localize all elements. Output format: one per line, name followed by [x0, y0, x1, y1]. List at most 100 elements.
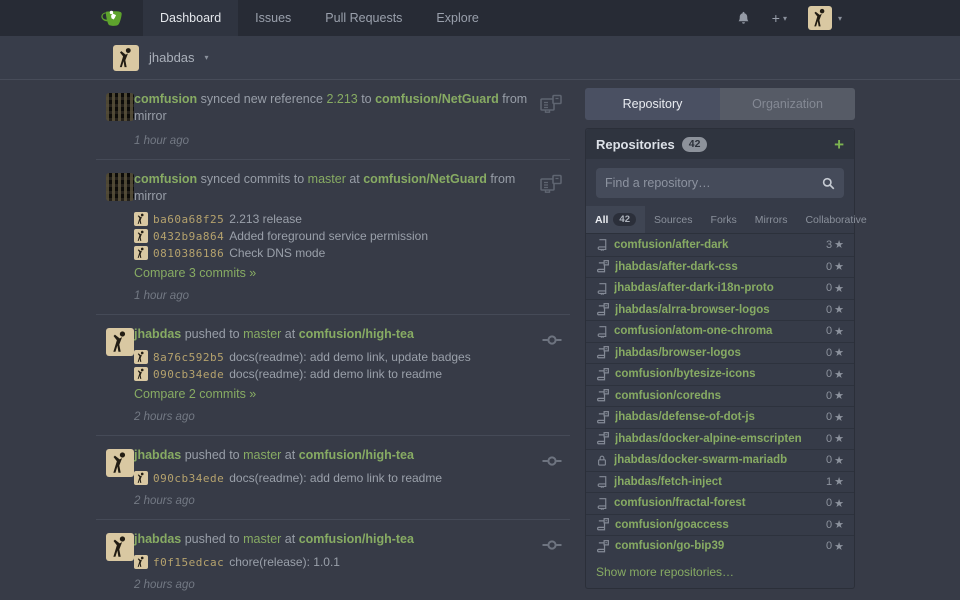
user-menu-button[interactable]: ▾ — [808, 6, 842, 30]
feed-item: jhabdas pushed to master at comfusion/hi… — [96, 520, 570, 600]
ref-link[interactable]: master — [308, 172, 346, 186]
commit-sha-link[interactable]: f0f15edcac — [153, 556, 224, 569]
repo-name-link[interactable]: jhabdas/defense-of-dot-js — [615, 411, 820, 423]
tab-organization[interactable]: Organization — [720, 88, 855, 120]
repo-link[interactable]: comfusion/high-tea — [299, 532, 414, 546]
compare-commits-link[interactable]: Compare 2 commits » — [134, 387, 256, 401]
repo-clone-icon — [596, 346, 609, 359]
actor-avatar[interactable] — [106, 93, 134, 121]
filter-label: Collaborative — [805, 214, 866, 226]
repo-name-link[interactable]: comfusion/goaccess — [615, 519, 820, 531]
title-text: pushed to — [181, 327, 243, 341]
nav-spacer — [496, 0, 736, 36]
nav-item-pull-requests[interactable]: Pull Requests — [308, 0, 419, 36]
actor-link[interactable]: jhabdas — [134, 448, 181, 462]
repo-link[interactable]: comfusion/high-tea — [299, 327, 414, 341]
ref-link[interactable]: master — [243, 448, 281, 462]
repo-name-link[interactable]: comfusion/go-bip39 — [615, 540, 820, 552]
repo-name-link[interactable]: comfusion/atom-one-chroma — [614, 325, 820, 337]
repo-link[interactable]: comfusion/high-tea — [299, 448, 414, 462]
repo-filter-collaborative[interactable]: Collaborative — [796, 206, 875, 233]
repo-row: jhabdas/fetch-inject1★ — [586, 471, 854, 493]
commit-list: f0f15edcacchore(release): 1.0.1 — [134, 555, 530, 569]
repo-name-link[interactable]: jhabdas/docker-swarm-mariadb — [614, 454, 820, 466]
commit-sha-link[interactable]: 0810386186 — [153, 247, 224, 260]
repo-link[interactable]: comfusion/NetGuard — [375, 92, 499, 106]
repo-name-link[interactable]: comfusion/after-dark — [614, 239, 820, 251]
repo-star-count: 0★ — [826, 497, 844, 510]
repo-filter-mirrors[interactable]: Mirrors — [746, 206, 797, 233]
repo-row: jhabdas/defense-of-dot-js0★ — [586, 406, 854, 428]
ref-link[interactable]: master — [243, 532, 281, 546]
actor-avatar[interactable] — [106, 173, 134, 201]
star-icon: ★ — [834, 411, 844, 424]
committer-avatar — [134, 350, 148, 364]
star-count: 0 — [826, 261, 832, 273]
star-icon: ★ — [834, 325, 844, 338]
nav-item-explore[interactable]: Explore — [419, 0, 495, 36]
repo-name-link[interactable]: jhabdas/after-dark-css — [615, 261, 820, 273]
commit-sha-link[interactable]: 8a76c592b5 — [153, 351, 224, 364]
commit-line: 0432b9a864Added foreground service permi… — [134, 229, 530, 243]
star-count: 0 — [826, 347, 832, 359]
plus-icon: + — [772, 10, 780, 26]
repositories-count-badge: 42 — [682, 137, 708, 152]
repo-row: comfusion/go-bip390★ — [586, 535, 854, 557]
star-icon: ★ — [834, 282, 844, 295]
commit-sha-link[interactable]: 090cb34ede — [153, 472, 224, 485]
nav-item-dashboard[interactable]: Dashboard — [143, 0, 238, 36]
repo-name-link[interactable]: jhabdas/fetch-inject — [614, 476, 820, 488]
actor-link[interactable]: comfusion — [134, 172, 197, 186]
repo-name-link[interactable]: comfusion/bytesize-icons — [615, 368, 820, 380]
repo-star-count: 0★ — [826, 389, 844, 402]
commit-sha-link[interactable]: 0432b9a864 — [153, 230, 224, 243]
repo-name-link[interactable]: jhabdas/browser-logos — [615, 347, 820, 359]
committer-avatar — [134, 246, 148, 260]
search-icon[interactable] — [822, 177, 835, 190]
repo-name-link[interactable]: jhabdas/after-dark-i18n-proto — [614, 282, 820, 294]
actor-avatar[interactable] — [106, 533, 134, 561]
repo-search-input[interactable] — [605, 176, 822, 190]
notifications-bell-icon[interactable] — [736, 10, 751, 26]
actor-avatar[interactable] — [106, 449, 134, 477]
create-new-button[interactable]: + ▾ — [772, 10, 787, 26]
ref-link[interactable]: master — [243, 327, 281, 341]
context-username[interactable]: jhabdas — [149, 50, 195, 65]
feed-item: jhabdas pushed to master at comfusion/hi… — [96, 436, 570, 520]
filter-label: Sources — [654, 214, 693, 226]
commit-sha-link[interactable]: ba60a68f25 — [153, 213, 224, 226]
committer-avatar — [134, 229, 148, 243]
title-text: pushed to — [181, 448, 243, 462]
git-commit-icon — [540, 449, 564, 473]
commit-sha-link[interactable]: 090cb34ede — [153, 368, 224, 381]
compare-commits-link[interactable]: Compare 3 commits » — [134, 266, 256, 280]
star-count: 0 — [826, 304, 832, 316]
repo-filter-forks[interactable]: Forks — [702, 206, 746, 233]
repo-filters: All42SourcesForksMirrorsCollaborative — [586, 206, 854, 234]
repo-name-link[interactable]: comfusion/coredns — [615, 390, 820, 402]
repo-name-link[interactable]: comfusion/fractal-forest — [614, 497, 820, 509]
repo-name-link[interactable]: jhabdas/docker-alpine-emscripten — [615, 433, 820, 445]
new-repository-button[interactable]: + — [834, 136, 844, 153]
tab-repository[interactable]: Repository — [585, 88, 720, 120]
repo-name-link[interactable]: jhabdas/alrra-browser-logos — [615, 304, 820, 316]
feed-timestamp: 2 hours ago — [134, 579, 530, 591]
star-count: 0 — [826, 540, 832, 552]
actor-link[interactable]: comfusion — [134, 92, 197, 106]
nav-item-issues[interactable]: Issues — [238, 0, 308, 36]
repo-filter-sources[interactable]: Sources — [645, 206, 702, 233]
repo-star-count: 0★ — [826, 454, 844, 467]
actor-link[interactable]: jhabdas — [134, 532, 181, 546]
filter-count-badge: 42 — [613, 213, 636, 226]
repo-row: jhabdas/after-dark-i18n-proto0★ — [586, 277, 854, 299]
commit-list: ba60a68f252.213 release0432b9a864Added f… — [134, 212, 530, 260]
ref-link[interactable]: 2.213 — [326, 92, 357, 106]
feed-timestamp: 2 hours ago — [134, 411, 530, 423]
actor-avatar[interactable] — [106, 328, 134, 356]
repo-link[interactable]: comfusion/NetGuard — [363, 172, 487, 186]
actor-link[interactable]: jhabdas — [134, 327, 181, 341]
show-more-repositories-link[interactable]: Show more repositories… — [586, 557, 854, 588]
feed-timestamp: 1 hour ago — [134, 135, 530, 147]
repo-filter-all[interactable]: All42 — [586, 206, 645, 233]
gitea-logo-icon[interactable] — [100, 0, 125, 36]
